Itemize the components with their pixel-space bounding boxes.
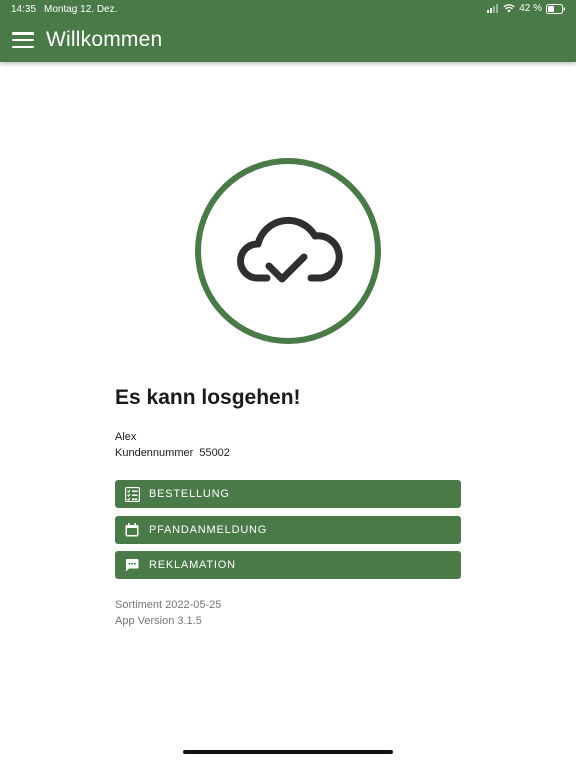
signal-icon xyxy=(487,4,499,13)
battery-icon xyxy=(546,3,565,14)
bestellung-button[interactable]: BESTELLUNG xyxy=(115,480,461,508)
app-version: App Version 3.1.5 xyxy=(115,615,202,627)
customer-number-value: 55002 xyxy=(199,447,230,459)
bestellung-button-label: BESTELLUNG xyxy=(149,488,230,500)
user-name: Alex xyxy=(115,431,137,443)
top-bar: 14:35 Montag 12. Dez. 42 % Willkommen xyxy=(0,0,576,62)
checklist-icon xyxy=(124,486,140,502)
battery-percent: 42 % xyxy=(519,3,542,14)
comment-icon xyxy=(124,557,140,573)
hamburger-menu-icon[interactable] xyxy=(12,32,34,48)
calendar-icon xyxy=(124,522,140,538)
status-time: 14:35 xyxy=(11,4,37,15)
customer-number-label: Kundennummer xyxy=(115,447,197,459)
status-bar: 14:35 Montag 12. Dez. 42 % xyxy=(0,0,576,20)
heading: Es kann losgehen! xyxy=(115,386,301,409)
reklamation-button[interactable]: REKLAMATION xyxy=(115,551,461,579)
menu-line xyxy=(12,45,34,48)
menu-line xyxy=(12,32,34,35)
status-date: Montag 12. Dez. xyxy=(44,4,118,15)
screen: 14:35 Montag 12. Dez. 42 % Willkommen Es… xyxy=(0,0,576,768)
sortiment-date: Sortiment 2022-05-25 xyxy=(115,599,222,611)
pfandanmeldung-button[interactable]: PFANDANMELDUNG xyxy=(115,516,461,544)
page-title: Willkommen xyxy=(46,28,163,51)
pfandanmeldung-button-label: PFANDANMELDUNG xyxy=(149,524,268,536)
wifi-icon xyxy=(503,4,515,13)
cloud-check-icon xyxy=(195,158,381,344)
customer-number: Kundennummer 55002 xyxy=(115,447,230,459)
menu-line xyxy=(12,38,34,42)
home-indicator[interactable] xyxy=(183,750,393,754)
reklamation-button-label: REKLAMATION xyxy=(149,559,236,571)
status-indicators: 42 % xyxy=(487,3,566,14)
